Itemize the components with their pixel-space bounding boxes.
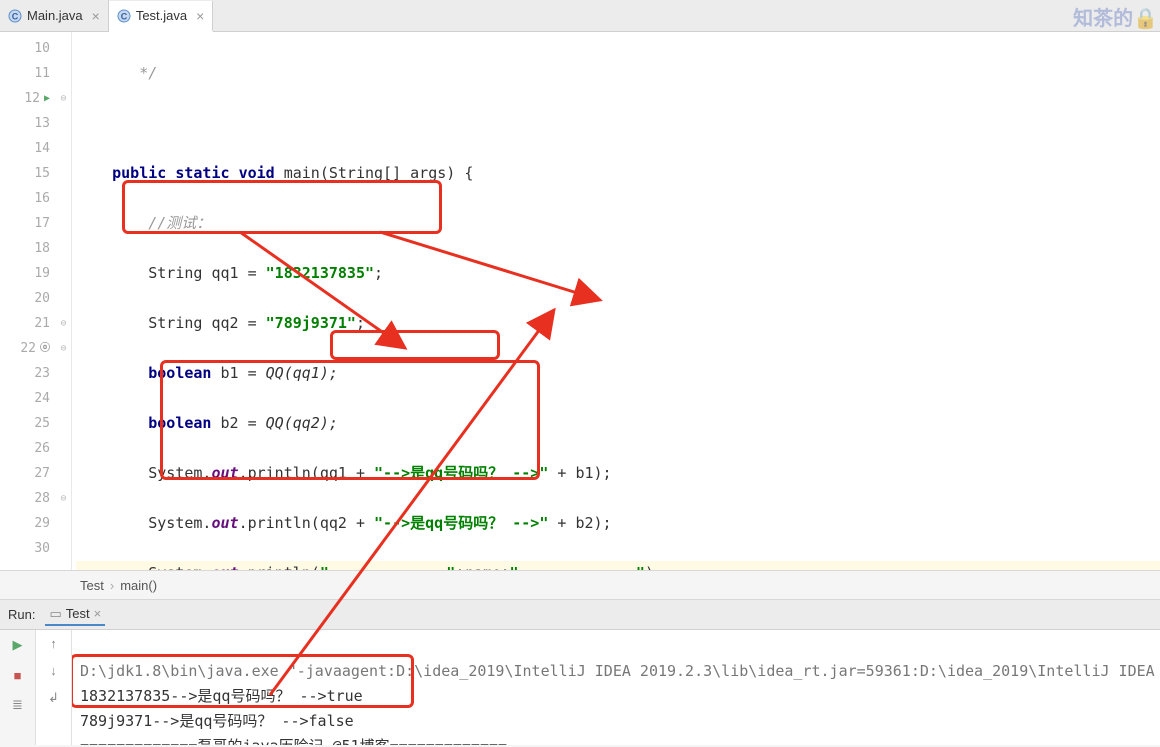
close-icon[interactable]: × [196, 8, 204, 24]
console-line: 1832137835-->是qq号码吗？ -->true [80, 687, 363, 705]
run-title: Test [66, 606, 90, 621]
watermark: 知茶的🔒 [1073, 2, 1158, 31]
code-editor[interactable]: 10 11 12 ▶ 13 14 15 16 17 18 19 20 21 22… [0, 32, 1160, 570]
tab-test-java[interactable]: C Test.java × [109, 1, 214, 32]
close-icon[interactable]: × [92, 8, 100, 24]
console-line: D:\jdk1.8\bin\java.exe "-javaagent:D:\id… [80, 662, 1155, 680]
line-number-gutter: 10 11 12 ▶ 13 14 15 16 17 18 19 20 21 22… [0, 32, 56, 570]
code-area[interactable]: */ public static void main(String[] args… [72, 32, 1160, 570]
run-gutter-icon[interactable]: ▶ [44, 86, 50, 111]
close-icon[interactable]: × [94, 606, 102, 621]
console-line: 789j9371-->是qq号码吗？ -->false [80, 712, 354, 730]
run-config-icon: ▭ [49, 606, 61, 622]
console-output[interactable]: D:\jdk1.8\bin\java.exe "-javaagent:D:\id… [72, 630, 1160, 745]
breadcrumb: Test › main() [0, 570, 1160, 600]
layout-button[interactable]: ≣ [9, 696, 27, 714]
run-toolbar-secondary: ↑ ↓ ↲ [36, 630, 72, 745]
chevron-right-icon: › [110, 578, 114, 593]
editor-tabs: C Main.java × C Test.java × 知茶的🔒 [0, 0, 1160, 32]
run-toolbar-primary: ▶ ■ ≣ [0, 630, 36, 745]
java-class-icon: C [117, 9, 131, 23]
console-line: =============磊哥的java历险记-@51博客===========… [80, 737, 507, 745]
up-button[interactable]: ↑ [50, 636, 57, 651]
svg-text:C: C [121, 11, 128, 21]
breadcrumb-method[interactable]: main() [120, 578, 157, 593]
wrap-button[interactable]: ↲ [48, 690, 59, 706]
svg-text:C: C [12, 11, 19, 21]
tab-label: Main.java [27, 8, 83, 23]
code-text: */ [76, 64, 157, 82]
down-button[interactable]: ↓ [50, 663, 57, 678]
java-class-icon: C [8, 9, 22, 23]
fold-column: ⊖ ⊖ ⊖ ⊖ [56, 32, 72, 570]
comment: //测试： [148, 214, 211, 232]
override-icon[interactable]: ⓞ [40, 336, 50, 361]
run-label: Run: [8, 607, 35, 622]
run-panel: ▶ ■ ≣ ↑ ↓ ↲ D:\jdk1.8\bin\java.exe "-jav… [0, 630, 1160, 745]
run-tab[interactable]: ▭ Test × [45, 604, 105, 626]
tab-label: Test.java [136, 8, 187, 23]
rerun-button[interactable]: ▶ [9, 636, 27, 654]
breadcrumb-class[interactable]: Test [80, 578, 104, 593]
stop-button[interactable]: ■ [9, 666, 27, 684]
tab-main-java[interactable]: C Main.java × [0, 0, 109, 31]
run-panel-header: Run: ▭ Test × [0, 600, 1160, 630]
